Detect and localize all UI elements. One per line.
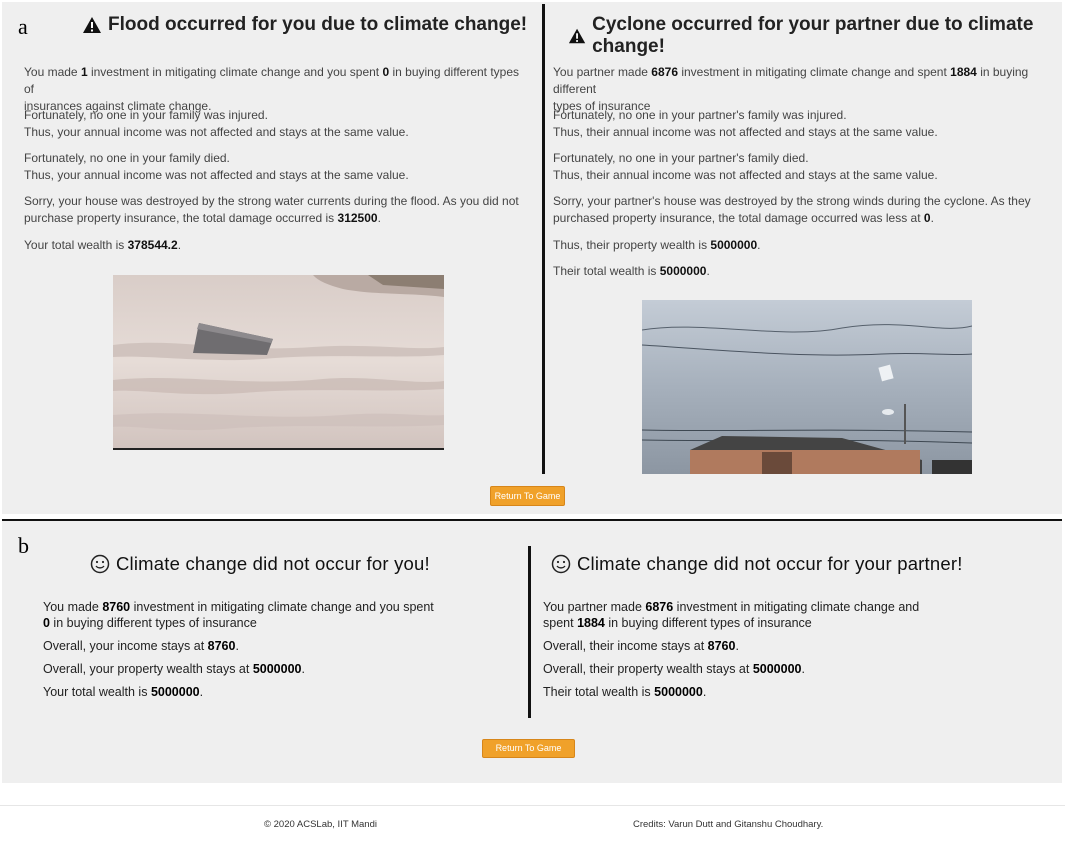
cyclone-image — [642, 300, 972, 474]
total-wealth-text: Your total wealth is 378544.2. — [24, 238, 182, 252]
partner-income-text: Overall, their income stays at 8760. — [543, 639, 739, 653]
warning-icon — [568, 28, 586, 44]
partner-injury-text: Fortunately, no one in your partner's fa… — [553, 108, 938, 139]
footer-divider — [0, 805, 1065, 806]
flood-heading: Flood occurred for you due to climate ch… — [82, 14, 527, 36]
partner-property-wealth-text: Overall, their property wealth stays at … — [543, 662, 805, 676]
smile-icon — [90, 554, 110, 574]
no-climate-change-heading: Climate change did not occur for you! — [90, 553, 430, 575]
panel-a: a Flood occurred for you due to climate … — [2, 2, 1062, 514]
flood-image — [113, 275, 444, 450]
column-divider — [528, 546, 531, 718]
total-wealth-text: Your total wealth is 5000000. — [43, 685, 204, 699]
damage-text: Sorry, your house was destroyed by the s… — [24, 194, 519, 225]
panel-b: b Climate change did not occur for you! … — [2, 519, 1062, 783]
no-climate-change-partner-title: Climate change did not occur for your pa… — [577, 553, 963, 574]
partner-total-wealth-text: Their total wealth is 5000000. — [543, 685, 707, 699]
property-wealth-text: Overall, your property wealth stays at 5… — [43, 662, 305, 676]
copyright-text: © 2020 ACSLab, IIT Mandi — [264, 819, 377, 830]
partner-investment-text: You partner made 6876 investment in miti… — [543, 600, 920, 630]
panel-letter: b — [18, 533, 29, 558]
column-divider — [542, 4, 545, 474]
injury-text: Fortunately, no one in your family was i… — [24, 108, 409, 139]
partner-damage-text: Sorry, your partner's house was destroye… — [553, 194, 1031, 225]
income-text: Overall, your income stays at 8760. — [43, 639, 239, 653]
flood-title: Flood occurred for you due to climate ch… — [108, 14, 528, 35]
smile-icon — [551, 554, 571, 574]
warning-icon — [83, 17, 101, 33]
return-to-game-button[interactable]: Return To Game — [490, 486, 565, 506]
investment-text: You made 8760 investment in mitigating c… — [43, 600, 434, 630]
panel-letter: a — [18, 14, 28, 39]
no-climate-change-partner-heading: Climate change did not occur for your pa… — [551, 553, 963, 575]
death-text: Fortunately, no one in your family died.… — [24, 151, 409, 182]
cyclone-title: Cyclone occurred for your partner due to… — [592, 14, 1034, 57]
partner-death-text: Fortunately, no one in your partner's fa… — [553, 151, 938, 182]
credits-text: Credits: Varun Dutt and Gitanshu Choudha… — [633, 819, 824, 830]
partner-total-wealth-text: Their total wealth is 5000000. — [553, 264, 710, 278]
partner-property-wealth-text: Thus, their property wealth is 5000000. — [553, 238, 761, 252]
cyclone-heading: Cyclone occurred for your partner due to… — [568, 14, 1062, 58]
no-climate-change-title: Climate change did not occur for you! — [116, 553, 430, 574]
return-to-game-button[interactable]: Return To Game — [482, 739, 575, 758]
